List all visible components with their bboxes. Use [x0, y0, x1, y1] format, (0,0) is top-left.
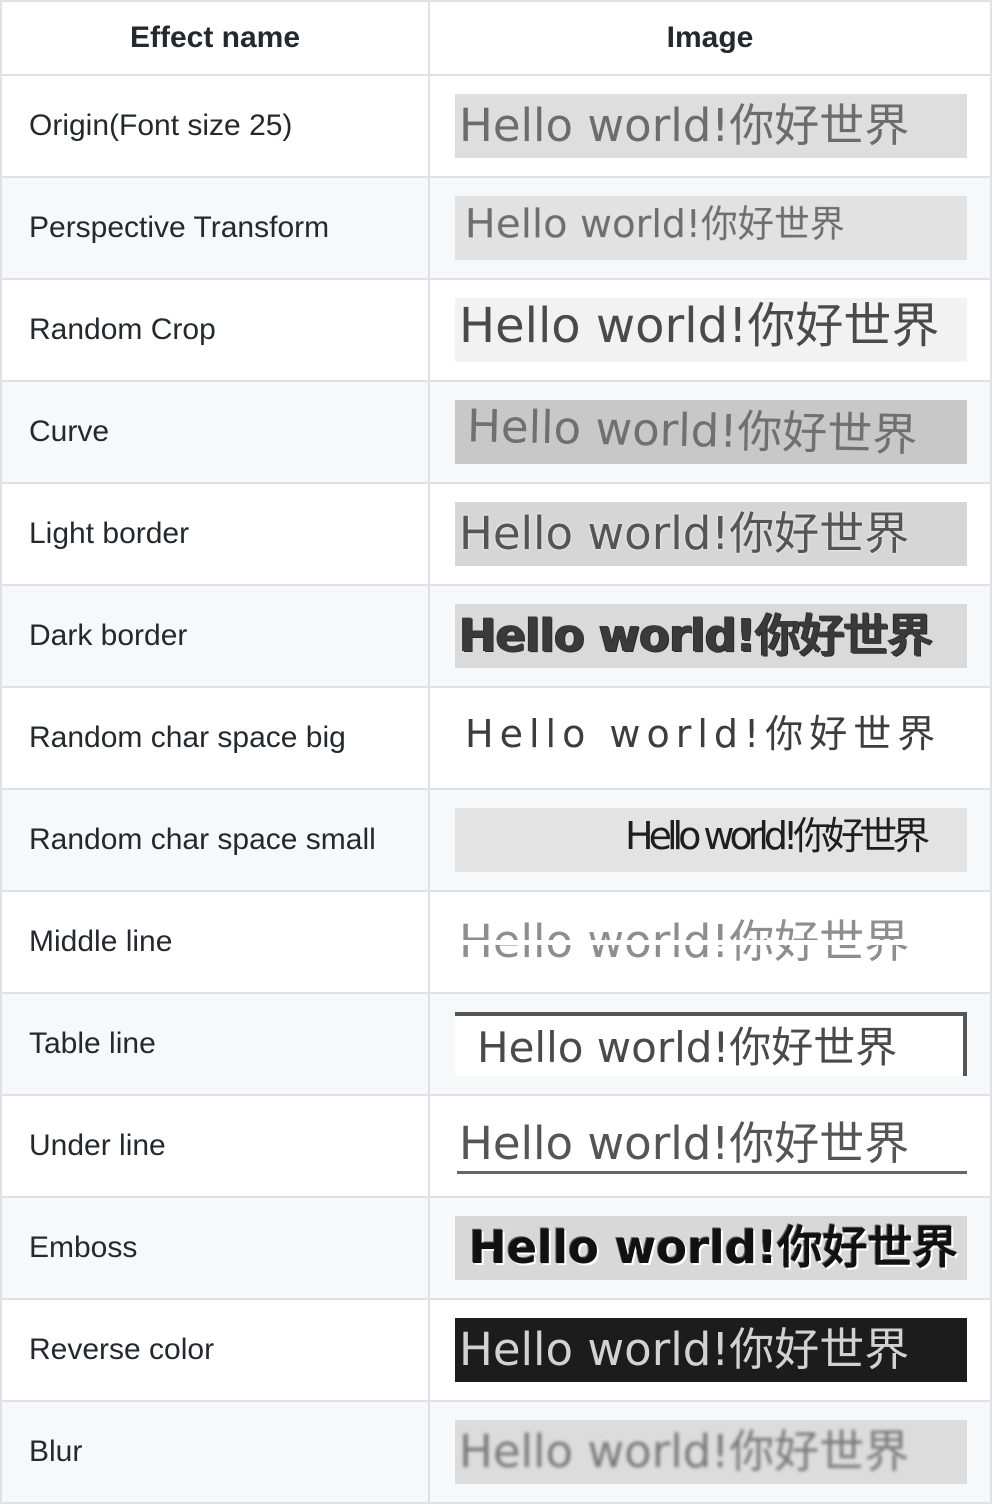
table-row: Random char space big Hello world!你好世界	[0, 686, 992, 790]
effect-sample-image: Hello world!你好世界	[455, 706, 967, 770]
sample-text: Hello world!你好世界	[459, 609, 932, 662]
sample-text: Hello world!你好世界	[459, 1117, 910, 1170]
table-row: Random char space small Hello world!你好世界	[0, 788, 992, 892]
table-row: Middle line Hello world!你好世界	[0, 890, 992, 994]
sample-text: Hello world!你好世界	[459, 507, 910, 560]
table-row: Emboss Hello world!你好世界	[0, 1196, 992, 1300]
effect-sample-image: Hello world!你好世界	[455, 1216, 967, 1280]
effect-name: Emboss	[0, 1196, 430, 1300]
table-row: Random Crop Hello world!你好世界	[0, 278, 992, 382]
table-header-row: Effect name Image	[0, 0, 992, 76]
sample-text: Hello world!你好世界	[477, 1023, 898, 1072]
effect-name: Perspective Transform	[0, 176, 430, 280]
effect-sample-image: Hello world!你好世界	[455, 400, 967, 464]
image-header: Image	[428, 0, 992, 76]
effect-name: Under line	[0, 1094, 430, 1198]
sample-text: Hello world!你好世界	[466, 400, 918, 462]
table-row: Curve Hello world!你好世界	[0, 380, 992, 484]
table-row: Under line Hello world!你好世界	[0, 1094, 992, 1198]
effect-name: Random char space big	[0, 686, 430, 790]
effect-name: Origin(Font size 25)	[0, 74, 430, 178]
effect-name: Light border	[0, 482, 430, 586]
effect-sample-image: Hello world!你好世界	[455, 1318, 967, 1382]
effect-name: Dark border	[0, 584, 430, 688]
sample-text: Hello world!你好世界	[469, 1221, 958, 1274]
effect-sample-image: Hello world!你好世界	[455, 1420, 967, 1484]
effect-name-header: Effect name	[0, 0, 430, 76]
effect-name: Table line	[0, 992, 430, 1096]
table-row: Blur Hello world!你好世界	[0, 1400, 992, 1504]
effect-name: Random char space small	[0, 788, 430, 892]
sample-text: Hello world!你好世界	[459, 915, 910, 968]
effect-sample-image: Hello world!你好世界	[455, 808, 967, 872]
effect-sample-image: Hello world!你好世界	[455, 94, 967, 158]
table-row: Table line Hello world!你好世界	[0, 992, 992, 1096]
sample-text: Hello world!你好世界	[464, 200, 845, 247]
effect-name: Random Crop	[0, 278, 430, 382]
sample-text: Hello world!你好世界	[459, 1425, 910, 1478]
effect-sample-image: Hello world!你好世界	[455, 502, 967, 566]
effect-sample-image: Hello world!你好世界	[455, 196, 967, 260]
effect-name: Curve	[0, 380, 430, 484]
effect-name: Blur	[0, 1400, 430, 1504]
effect-sample-image: Hello world!你好世界	[455, 1012, 967, 1076]
table-row: Dark border Hello world!你好世界	[0, 584, 992, 688]
sample-text: Hello world!你好世界	[465, 712, 942, 756]
sample-text: Hello world!你好世界	[459, 298, 940, 354]
table-row: Perspective Transform Hello world!你好世界	[0, 176, 992, 280]
sample-text: Hello world!你好世界	[459, 1323, 910, 1376]
table-row: Light border Hello world!你好世界	[0, 482, 992, 586]
effect-name: Middle line	[0, 890, 430, 994]
sample-text: Hello world!你好世界	[625, 814, 930, 858]
effect-sample-image: Hello world!你好世界	[455, 298, 967, 362]
sample-text: Hello world!你好世界	[459, 99, 910, 152]
effect-sample-image: Hello world!你好世界	[455, 910, 967, 974]
effect-sample-image: Hello world!你好世界	[455, 1114, 967, 1178]
table-row: Reverse color Hello world!你好世界	[0, 1298, 992, 1402]
effect-name: Reverse color	[0, 1298, 430, 1402]
table-row: Origin(Font size 25) Hello world!你好世界	[0, 74, 992, 178]
effects-table: Effect name Image Origin(Font size 25) H…	[0, 0, 992, 1504]
effect-sample-image: Hello world!你好世界	[455, 604, 967, 668]
